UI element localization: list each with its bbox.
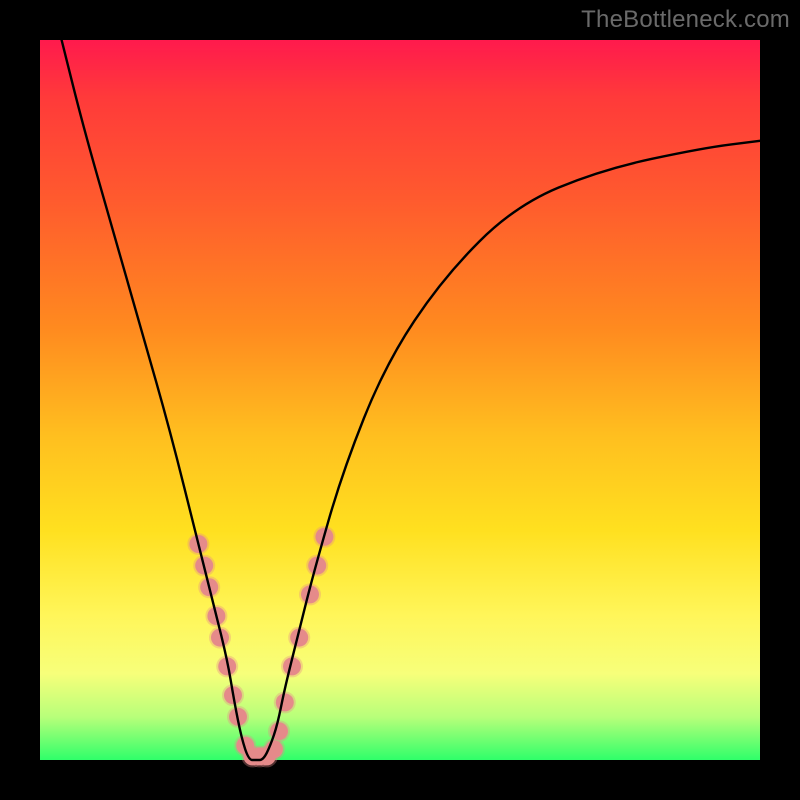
marker-dot [276,693,294,711]
marker-layer [187,526,335,768]
chart-frame: TheBottleneck.com [0,0,800,800]
watermark-text: TheBottleneck.com [581,6,790,34]
chart-svg [40,40,760,760]
bottleneck-curve [62,40,760,760]
plot-area [40,40,760,760]
